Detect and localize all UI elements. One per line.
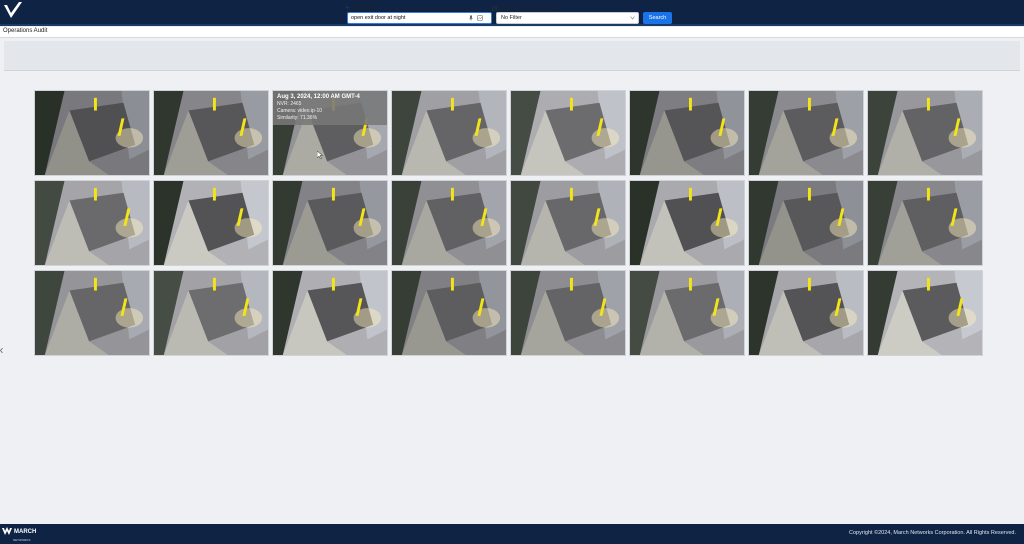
calendar-icon [492, 6, 497, 11]
result-thumbnail[interactable] [510, 270, 626, 356]
result-thumbnail[interactable] [510, 90, 626, 176]
search-button[interactable]: Search [643, 12, 672, 24]
result-thumbnail[interactable]: Aug 3, 2024, 12:00 AM GMT-4 NVR: 2465 Came… [272, 90, 388, 176]
search-panel [4, 41, 1020, 71]
footer-logo: MARCH [2, 527, 36, 536]
camera-frame [35, 91, 149, 175]
camera-frame [392, 91, 506, 175]
result-tooltip: Aug 3, 2024, 12:00 AM GMT-4 NVR: 2465 Came… [273, 91, 387, 125]
result-thumbnail[interactable] [153, 180, 269, 266]
results-grid: Aug 3, 2024, 12:00 AM GMT-4 NVR: 2465 Came… [34, 90, 985, 356]
time-period-select[interactable]: No Filter [496, 12, 639, 24]
camera-frame [511, 271, 625, 355]
camera-frame [154, 271, 268, 355]
march-networks-logo-icon [2, 527, 12, 535]
result-thumbnail[interactable] [629, 180, 745, 266]
result-thumbnail[interactable] [391, 180, 507, 266]
tooltip-timestamp: Aug 3, 2024, 12:00 AM GMT-4 [277, 94, 360, 100]
march-logo-icon[interactable] [2, 1, 24, 23]
ai-search-label: AI Search [345, 4, 376, 10]
camera-frame [630, 271, 744, 355]
mouse-cursor-icon [317, 151, 323, 159]
result-thumbnail[interactable] [748, 90, 864, 176]
camera-frame [749, 91, 863, 175]
time-period-label: Select Time Period Filter [492, 5, 559, 11]
collapse-handle-icon[interactable] [0, 348, 3, 353]
result-thumbnail[interactable] [629, 270, 745, 356]
sparkle-icon [345, 4, 350, 10]
image-upload-icon[interactable] [477, 15, 483, 21]
result-thumbnail[interactable] [748, 180, 864, 266]
result-thumbnail[interactable] [391, 90, 507, 176]
camera-frame [392, 271, 506, 355]
page-title: Operations Audit [3, 28, 48, 34]
camera-frame [273, 181, 387, 265]
result-thumbnail[interactable] [629, 90, 745, 176]
camera-frame [511, 91, 625, 175]
ai-search-label-text: AI Search [352, 4, 377, 10]
camera-frame [868, 91, 982, 175]
camera-frame [273, 271, 387, 355]
result-thumbnail[interactable] [867, 180, 983, 266]
camera-frame [630, 181, 744, 265]
camera-frame [511, 181, 625, 265]
footer-brand: MARCH [14, 528, 37, 535]
app-footer: MARCH NETWORKS Copyright ©2024, March Ne… [0, 524, 1024, 544]
result-thumbnail[interactable] [34, 270, 150, 356]
result-thumbnail[interactable] [867, 270, 983, 356]
camera-frame [154, 91, 268, 175]
result-thumbnail[interactable] [748, 270, 864, 356]
camera-frame [35, 181, 149, 265]
camera-frame [749, 181, 863, 265]
result-thumbnail[interactable] [34, 90, 150, 176]
tooltip-nvr: NVR: 2465 [277, 101, 302, 107]
result-thumbnail[interactable] [153, 270, 269, 356]
copyright-text: Copyright ©2024, March Networks Corporat… [849, 530, 1016, 536]
result-thumbnail[interactable] [867, 90, 983, 176]
camera-frame [868, 181, 982, 265]
camera-frame [392, 181, 506, 265]
camera-frame [749, 271, 863, 355]
camera-frame [154, 181, 268, 265]
result-thumbnail[interactable] [34, 180, 150, 266]
footer-brand-sub: NETWORKS [13, 538, 31, 542]
result-thumbnail[interactable] [272, 180, 388, 266]
microphone-icon[interactable] [468, 15, 474, 21]
tooltip-similarity: Similarity: 71.36% [277, 115, 318, 121]
page-title-bar: Operations Audit [0, 27, 1024, 38]
result-thumbnail[interactable] [153, 90, 269, 176]
camera-frame [630, 91, 744, 175]
result-thumbnail[interactable] [272, 270, 388, 356]
time-period-label-text: Select Time Period Filter [499, 5, 559, 11]
chevron-down-icon [630, 16, 635, 20]
result-thumbnail[interactable] [510, 180, 626, 266]
camera-frame [35, 271, 149, 355]
camera-frame [868, 271, 982, 355]
tooltip-camera: Camera: video.ip-10 [277, 108, 323, 114]
result-thumbnail[interactable] [391, 270, 507, 356]
